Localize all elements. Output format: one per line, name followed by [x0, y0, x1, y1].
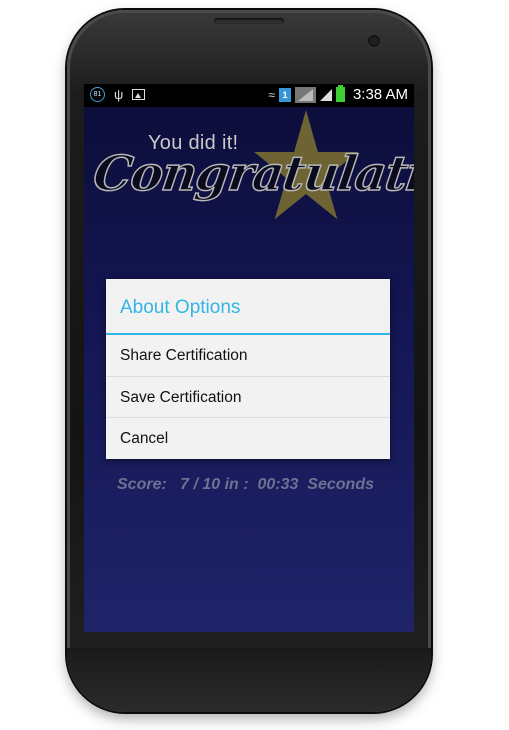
- cancel-option[interactable]: Cancel: [106, 418, 390, 459]
- score-text: Score: 7 / 10 in : 00:33 Seconds: [117, 476, 374, 493]
- share-certification-option[interactable]: Share Certification: [106, 335, 390, 376]
- congratulations-title: Congratulations: [89, 145, 414, 203]
- dialog-title: About Options: [120, 297, 241, 318]
- earpiece: [214, 18, 284, 24]
- wifi-icon: ≈: [268, 87, 275, 102]
- status-bar: 81 ψ ≈ 1 3:38 AM: [84, 84, 414, 107]
- usb-icon: ψ: [114, 87, 124, 102]
- signal-icon: [294, 86, 316, 103]
- front-camera: [368, 35, 380, 47]
- battery-charging-icon: [335, 85, 345, 102]
- save-certification-option[interactable]: Save Certification: [106, 377, 390, 418]
- notification-badge-icon: 81: [90, 87, 105, 102]
- sim-icon: 1: [278, 87, 291, 102]
- clock: 3:38 AM: [352, 86, 408, 103]
- about-options-dialog: About Options Share Certification Save C…: [106, 279, 390, 459]
- image-icon: [132, 89, 146, 100]
- screen: 81 ψ ≈ 1 3:38 AM You did it! Congratulat…: [84, 84, 414, 632]
- signal-icon: [319, 88, 332, 101]
- phone-chin: [67, 648, 431, 712]
